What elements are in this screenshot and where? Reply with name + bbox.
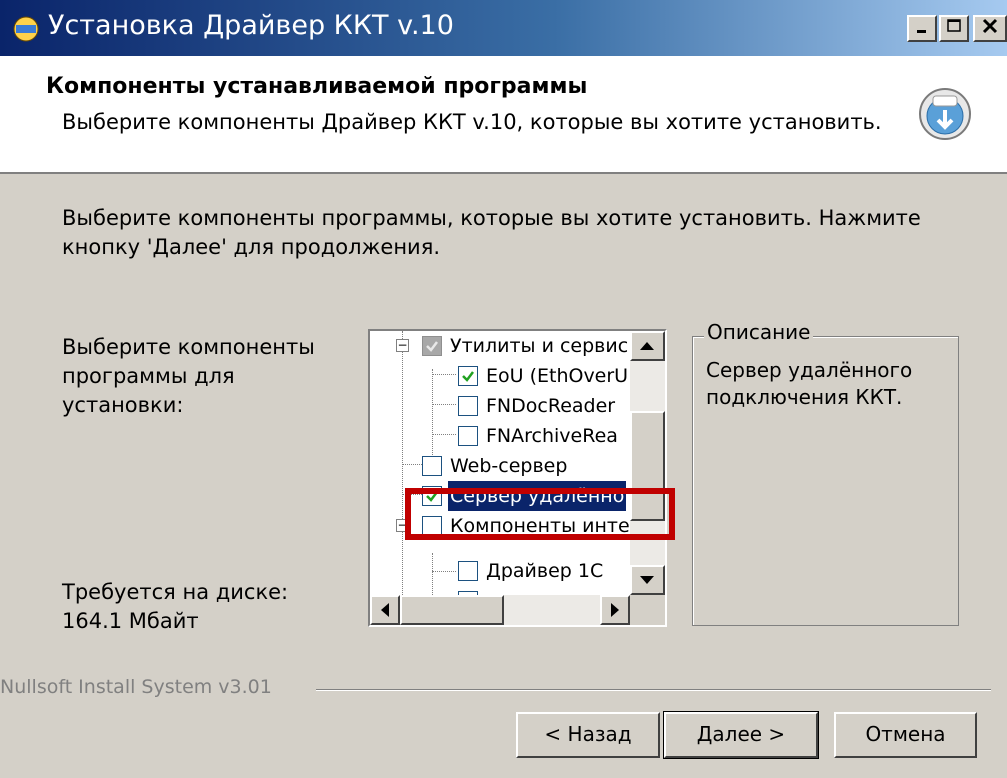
select-components-label: Выберите компоненты программы для устано… — [62, 335, 315, 417]
collapse-icon[interactable]: − — [396, 339, 409, 352]
branding-text: Nullsoft Install System v3.01 — [0, 676, 272, 698]
tree-item-label: FNDocReader — [486, 395, 616, 417]
tree-item-label: FNArchiveRea — [486, 425, 618, 447]
highlight-box — [405, 488, 675, 540]
vertical-scrollbar[interactable] — [630, 331, 665, 595]
scroll-left-button[interactable] — [370, 595, 400, 625]
tree-item-fnarchivereader[interactable]: FNArchiveRea — [370, 421, 630, 451]
cancel-button[interactable]: Отмена — [834, 712, 977, 758]
arrow-down-icon — [640, 576, 654, 584]
checkbox-unchecked[interactable] — [422, 456, 442, 476]
close-button[interactable] — [973, 15, 1007, 42]
disk-space-label: Требуется на диске: 164.1 Мбайт — [62, 580, 289, 633]
scroll-down-button[interactable] — [630, 565, 665, 595]
arrow-left-icon — [381, 603, 389, 617]
tree-item-label: Web-сервер — [450, 455, 568, 477]
minimize-button[interactable] — [907, 15, 937, 42]
description-text: Сервер удалённого подключения ККТ. — [706, 358, 913, 409]
tree-item-utilities[interactable]: − Утилиты и сервис — [370, 331, 630, 361]
tree-item-label: Драйвер 1С — [486, 560, 604, 582]
scrollbar-corner — [630, 595, 665, 625]
arrow-up-icon — [640, 342, 654, 350]
maximize-button[interactable] — [939, 15, 969, 42]
page-title: Компоненты устанавливаемой программы — [46, 74, 588, 99]
checkbox-unchecked[interactable] — [458, 561, 478, 581]
minimize-icon — [917, 30, 926, 33]
checkbox-checked[interactable] — [458, 366, 478, 386]
checkbox-partial[interactable] — [422, 336, 442, 356]
back-button[interactable]: < Назад — [516, 712, 660, 758]
installer-icon — [12, 16, 40, 42]
description-legend: Описание — [704, 320, 814, 344]
scroll-up-button[interactable] — [630, 331, 665, 361]
scroll-right-button[interactable] — [600, 595, 630, 625]
tree-item-label: EoU (EthOverU — [486, 365, 629, 387]
close-icon — [982, 18, 998, 34]
arrow-right-icon — [611, 603, 619, 617]
footer-divider — [316, 689, 991, 691]
checkbox-unchecked[interactable] — [458, 396, 478, 416]
page-subtitle: Выберите компоненты Драйвер ККТ v.10, ко… — [62, 110, 882, 134]
window-title: Установка Драйвер ККТ v.10 — [48, 10, 454, 41]
intro-text: Выберите компоненты программы, которые в… — [62, 206, 921, 259]
tree-item-fndocreader[interactable]: FNDocReader — [370, 391, 630, 421]
checkbox-unchecked[interactable] — [458, 426, 478, 446]
tree-item-driver-1c[interactable]: Драйвер 1С — [370, 556, 630, 586]
components-tree[interactable]: − Утилиты и сервис EoU (EthOverU FNDocRe… — [368, 329, 667, 627]
tree-item-web-server[interactable]: Web-сервер — [370, 451, 630, 481]
tree-item-eou[interactable]: EoU (EthOverU — [370, 361, 630, 391]
next-button[interactable]: Далее > — [663, 711, 819, 759]
scroll-thumb-horizontal[interactable] — [400, 595, 504, 625]
installer-disk-icon — [917, 86, 973, 142]
tree-item-label: Утилиты и сервис — [450, 335, 629, 357]
horizontal-scrollbar[interactable] — [370, 595, 630, 625]
